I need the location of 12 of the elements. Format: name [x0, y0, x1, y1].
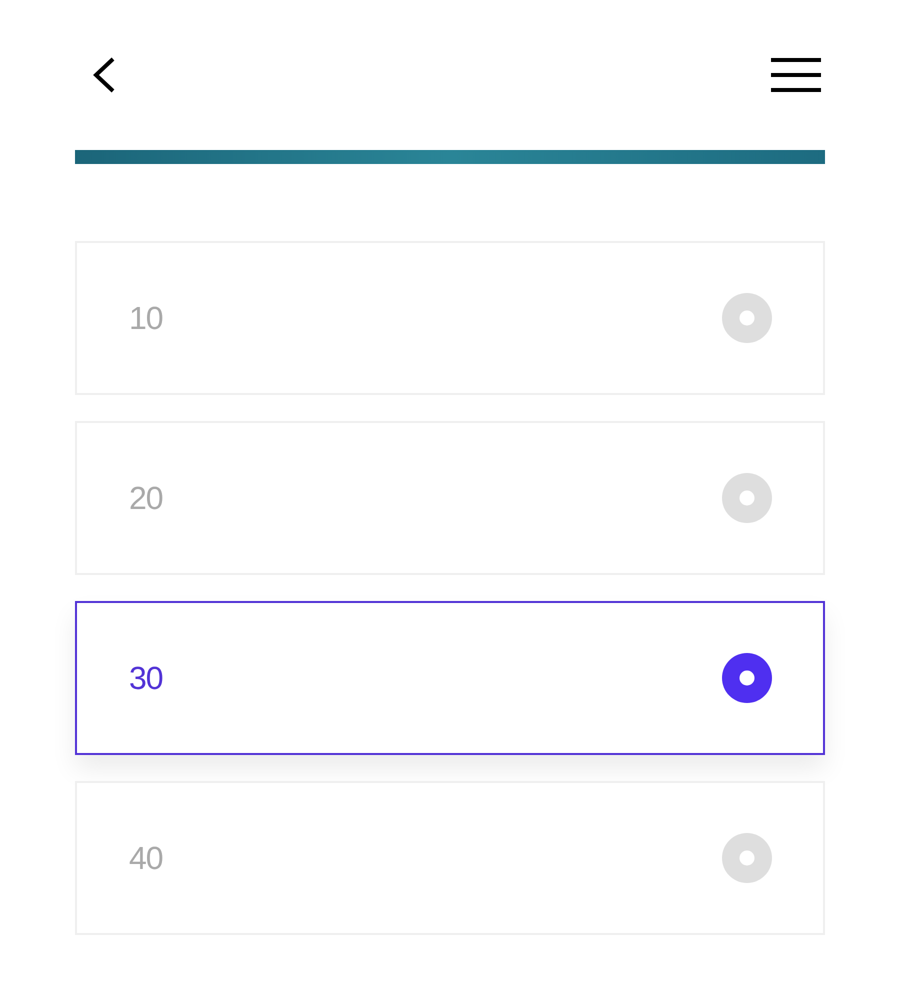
radio-option[interactable]: 20 — [75, 421, 825, 575]
radio-option[interactable]: 10 — [75, 241, 825, 395]
back-icon — [92, 57, 116, 93]
back-button[interactable] — [92, 57, 116, 93]
option-label: 30 — [129, 662, 163, 694]
option-label: 40 — [129, 842, 163, 874]
radio-option[interactable]: 40 — [75, 781, 825, 935]
menu-icon — [771, 57, 821, 93]
menu-button[interactable] — [771, 57, 821, 93]
option-label: 20 — [129, 482, 163, 514]
option-label: 10 — [129, 302, 163, 334]
radio-option[interactable]: 30 — [75, 601, 825, 755]
